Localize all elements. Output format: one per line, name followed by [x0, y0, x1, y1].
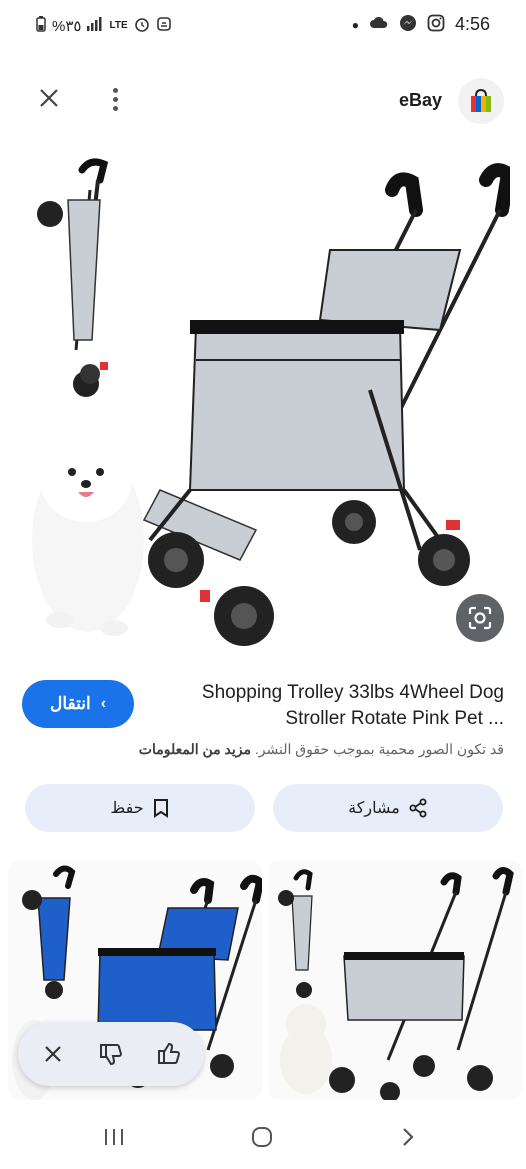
- clock: 4:56: [454, 14, 490, 34]
- save-label: حفظ: [110, 800, 144, 817]
- dot-indicator: ●: [351, 17, 359, 32]
- system-nav-bar: [0, 1104, 526, 1169]
- cloud-icon: [369, 15, 389, 34]
- dog-stroller-image: [142, 163, 516, 646]
- recent-apps-button[interactable]: [94, 1120, 134, 1154]
- more-options-button[interactable]: [104, 84, 126, 118]
- source-logo[interactable]: [458, 78, 504, 124]
- status-left: %٣٥ LTE: [36, 16, 172, 35]
- network-type: LTE: [109, 20, 128, 31]
- thumbs-down-button[interactable]: [91, 1034, 131, 1074]
- more-info-link[interactable]: مزيد من المعلومات: [139, 741, 251, 757]
- grey-stroller-image: [278, 867, 514, 1100]
- visit-label: انتقال: [49, 694, 91, 713]
- back-button[interactable]: [388, 1120, 428, 1154]
- viewer-top-bar: eBay: [0, 70, 526, 134]
- signal-icon: [87, 17, 103, 34]
- pomeranian-dog-image: [32, 426, 144, 636]
- dismiss-button[interactable]: [33, 1034, 73, 1074]
- thumbs-up-button[interactable]: [149, 1034, 189, 1074]
- status-right: ● 4:56: [352, 14, 490, 35]
- home-icon: [252, 1127, 272, 1147]
- bookmark-icon: [153, 799, 168, 818]
- result-title[interactable]: Shopping Trolley 33lbs 4Wheel Dog Stroll…: [150, 680, 504, 732]
- copyright-text: قد تكون الصور محمية بموجب حقوق النشر.: [254, 741, 504, 757]
- save-button[interactable]: حفظ: [25, 784, 255, 832]
- battery-icon: [36, 16, 46, 35]
- alarm-icon: [134, 16, 150, 35]
- home-button[interactable]: [242, 1120, 282, 1154]
- google-lens-button[interactable]: [456, 594, 504, 642]
- ebay-bag-logo: [471, 88, 491, 112]
- close-button[interactable]: [34, 86, 64, 116]
- messenger-icon: [399, 14, 417, 35]
- battery-percent: %٣٥: [52, 17, 82, 35]
- share-button[interactable]: مشاركة: [273, 784, 503, 832]
- chevron-left-icon: ‹: [100, 695, 107, 712]
- chevron-right-icon: [403, 1128, 414, 1146]
- instagram-icon: [427, 14, 445, 35]
- share-label: مشاركة: [348, 800, 400, 817]
- lens-icon: [468, 606, 492, 630]
- thumbs-down-icon: [100, 1044, 123, 1066]
- thumbs-up-icon: [158, 1042, 181, 1064]
- notification-icon: [156, 16, 172, 35]
- feedback-bar: [18, 1022, 204, 1086]
- more-vert-icon: [112, 88, 118, 93]
- recent-apps-icon: [105, 1129, 123, 1145]
- source-name[interactable]: eBay: [399, 90, 442, 111]
- close-icon: [45, 1046, 61, 1062]
- related-result-thumbnail[interactable]: [268, 860, 522, 1100]
- share-icon: [409, 798, 427, 818]
- visit-button[interactable]: انتقال ‹: [22, 680, 134, 728]
- main-product-image[interactable]: [20, 150, 516, 650]
- folded-stroller-image: [37, 158, 109, 397]
- close-icon: [40, 89, 58, 107]
- status-bar: %٣٥ LTE ● 4:56: [0, 0, 526, 52]
- copyright-notice: قد تكون الصور محمية بموجب حقوق النشر. مز…: [24, 741, 504, 758]
